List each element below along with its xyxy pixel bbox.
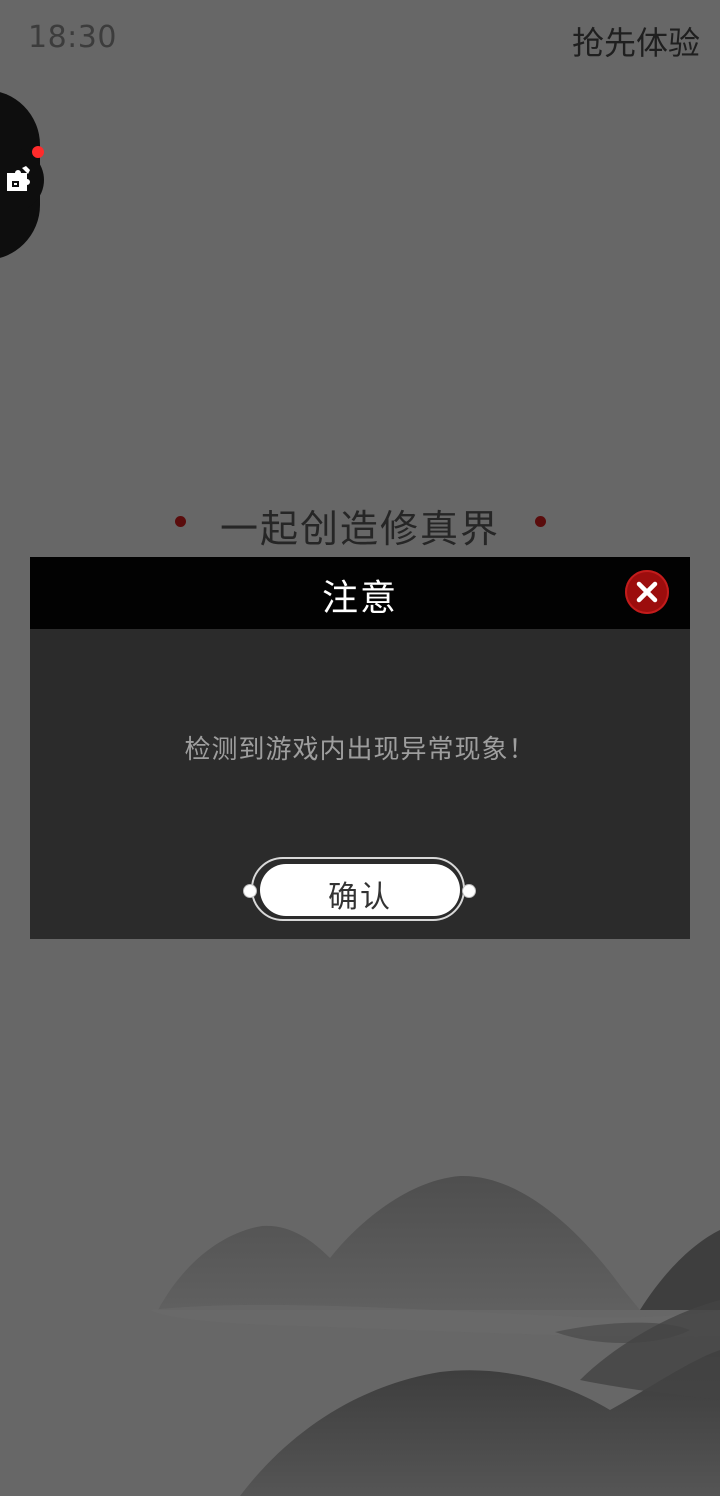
early-access-button[interactable]: 抢先体验 <box>572 18 700 64</box>
dialog-title: 注意 <box>321 578 398 619</box>
status-time: 18:30 <box>28 20 117 55</box>
tagline: 一起创造修真界 <box>219 507 500 551</box>
dialog-header: 注意 <box>30 557 690 629</box>
confirm-right-knob <box>462 884 476 898</box>
alert-dialog: 注意 检测到游戏内出现异常现象！ 确认 <box>30 557 690 939</box>
dialog-message: 检测到游戏内出现异常现象！ <box>184 735 536 765</box>
notification-dot <box>32 146 44 158</box>
close-button[interactable] <box>625 570 669 614</box>
puzzle-icon <box>7 166 30 191</box>
confirm-left-knob <box>243 884 257 898</box>
confirm-button-label: 确认 <box>328 880 392 915</box>
mountain-landscape <box>150 1175 720 1496</box>
game-screen: 18:30 抢先体验 一起创造修真界 注意 检测到游戏内出现异常现象！ 确认 <box>0 0 720 1496</box>
close-icon <box>636 581 658 603</box>
tagline-right-dot <box>535 516 546 527</box>
confirm-button[interactable]: 确认 <box>260 864 460 916</box>
